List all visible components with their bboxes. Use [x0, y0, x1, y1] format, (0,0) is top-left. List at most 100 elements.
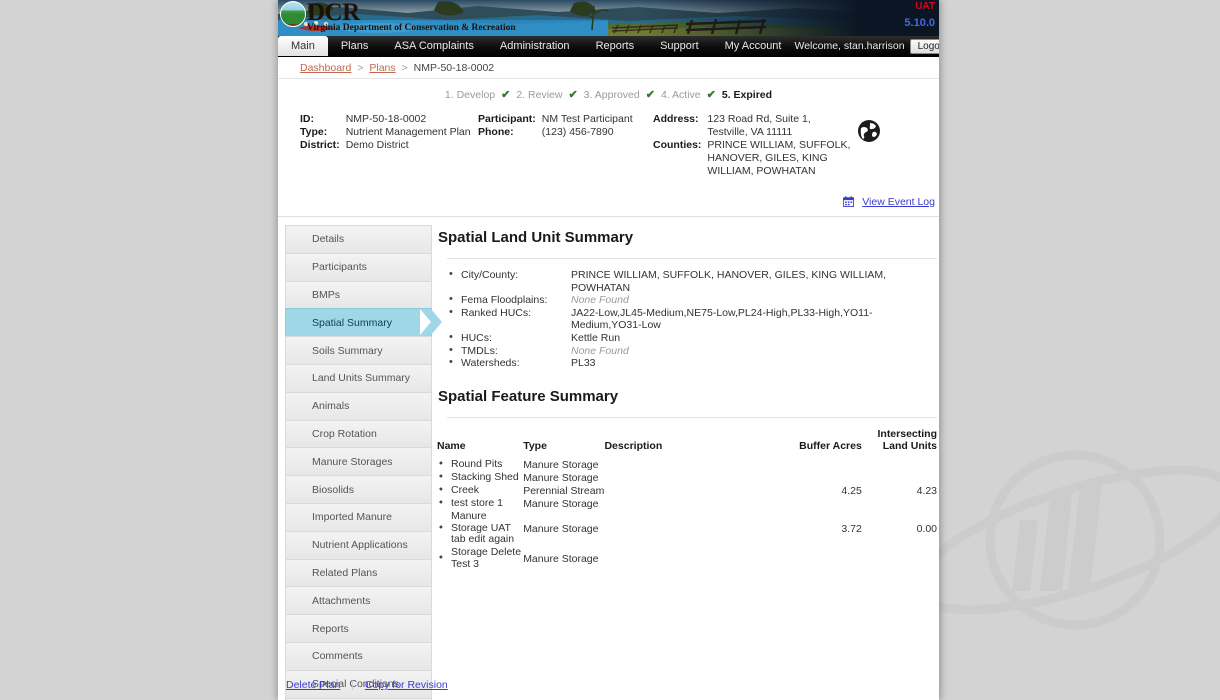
summary-label: City/County: — [461, 269, 519, 281]
globe-map-icon[interactable] — [857, 119, 881, 143]
dcr-logo-emblem-icon — [280, 1, 306, 27]
delete-plan-link[interactable]: Delete Plan — [286, 679, 340, 691]
nav-tab-plans[interactable]: Plans — [328, 36, 382, 56]
cell-description — [604, 498, 772, 511]
logout-button[interactable]: Logout — [909, 38, 939, 54]
plan-info-column-participant: Participant: Phone: NM Test Participant … — [478, 113, 653, 178]
view-event-log-link[interactable]: View Event Log — [862, 196, 935, 208]
workflow-step-approved: 3. Approved — [583, 88, 640, 101]
phone-label: Phone: — [478, 126, 514, 138]
counties-label: Counties: — [653, 139, 702, 151]
sidebar-item-soils-summary[interactable]: Soils Summary — [285, 336, 432, 364]
table-row: Round Pits Manure Storage — [437, 459, 937, 472]
cell-buffer-acres — [772, 459, 861, 472]
sidebar-item-spatial-summary[interactable]: Spatial Summary — [285, 308, 442, 337]
cell-type: Manure Storage — [523, 522, 599, 535]
cell-description — [604, 547, 772, 571]
check-icon: ✔ — [645, 89, 655, 101]
cell-description — [604, 459, 772, 472]
plan-id-label: ID: — [300, 113, 314, 125]
sidebar-item-reports[interactable]: Reports — [285, 614, 432, 642]
list-item: Watersheds: PL33 — [449, 356, 937, 370]
plan-info-column-identity: ID: Type: District: NMP-50-18-0002 Nutri… — [278, 113, 478, 178]
column-header-line-2: Land Units — [882, 439, 937, 452]
workflow-step-develop: 1. Develop — [444, 88, 496, 101]
footer-divider: | — [351, 679, 354, 691]
sidebar-item-bmps[interactable]: BMPs — [285, 280, 432, 309]
nav-tab-asa-complaints[interactable]: ASA Complaints — [381, 36, 486, 56]
version-label: 5.10.0 — [904, 17, 935, 29]
cell-intersecting-land-units — [862, 459, 937, 472]
sidebar-item-crop-rotation[interactable]: Crop Rotation — [285, 419, 432, 448]
column-header-buffer-acres: Buffer Acres — [799, 439, 862, 452]
sidebar-item-nutrient-applications[interactable]: Nutrient Applications — [285, 530, 432, 559]
table-row: test store 1 Manure Storage — [437, 498, 937, 511]
breadcrumb-link-plans[interactable]: Plans — [369, 62, 395, 74]
cell-intersecting-land-units — [862, 498, 937, 511]
summary-value: JA22-Low,JL45-Medium,NE75-Low,PL24-High,… — [571, 306, 873, 332]
sidebar-item-comments[interactable]: Comments — [285, 641, 432, 670]
content-area: Details Participants BMPs Spatial Summar… — [278, 217, 939, 700]
column-header-description: Description — [604, 439, 663, 452]
logo-subtitle: Virginia Department of Conservation & Re… — [307, 23, 516, 33]
main-panel: Spatial Land Unit Summary City/County: P… — [432, 225, 939, 700]
logo-title: DCR — [307, 0, 360, 26]
counties-line-3: WILLIAM, POWHATAN — [707, 165, 816, 177]
breadcrumb-current-plan: NMP-50-18-0002 — [413, 62, 495, 74]
address-line-2: Testville, VA 11111 — [707, 126, 793, 138]
cell-type: Manure Storage — [523, 552, 599, 565]
summary-label: Ranked HUCs: — [461, 306, 532, 319]
copy-for-revision-link[interactable]: Copy for Revision — [365, 679, 448, 691]
nav-tab-administration[interactable]: Administration — [487, 36, 583, 56]
sidebar-item-participants[interactable]: Participants — [285, 252, 432, 281]
column-header-line-1: Intersecting — [877, 427, 937, 440]
cell-buffer-acres — [772, 498, 861, 511]
spatial-feature-table: Name Type Description Buffer Acres Inter… — [437, 428, 937, 571]
sidebar-item-related-plans[interactable]: Related Plans — [285, 558, 432, 587]
desktop-watermark-logo — [912, 450, 1220, 630]
sidebar-item-biosolids[interactable]: Biosolids — [285, 475, 432, 503]
plan-section-sidebar: Details Participants BMPs Spatial Summar… — [285, 225, 442, 700]
summary-value: None Found — [571, 294, 629, 307]
cell-intersecting-land-units: 0.00 — [916, 522, 937, 535]
sidebar-item-manure-storages[interactable]: Manure Storages — [285, 447, 432, 476]
table-row: Storage Delete Test 3 Manure Storage — [437, 546, 937, 571]
dcr-logo: DCR Virginia Department of Conservation … — [280, 0, 516, 36]
cell-name: Round Pits — [437, 459, 523, 472]
table-row: Creek Perennial Stream 4.25 4.23 — [437, 485, 937, 498]
plan-id-value: NMP-50-18-0002 — [345, 113, 427, 125]
welcome-text: Welcome, stan.harrison — [794, 40, 905, 52]
plan-district-label: District: — [300, 139, 340, 151]
cell-description — [604, 472, 772, 485]
cell-type: Manure Storage — [523, 472, 599, 485]
workflow-step-active: 4. Active — [660, 88, 701, 101]
footer-action-links: Delete Plan | Copy for Revision — [278, 679, 939, 691]
summary-value: Kettle Run — [571, 331, 621, 344]
cell-name: Storage Delete Test 3 — [437, 546, 523, 571]
sidebar-item-attachments[interactable]: Attachments — [285, 586, 432, 615]
nav-tab-main[interactable]: Main — [278, 36, 328, 56]
cell-description — [604, 485, 772, 498]
event-log-row: View Event Log — [278, 188, 939, 217]
workflow-step-expired: 5. Expired — [721, 88, 773, 101]
cell-name: test store 1 — [437, 498, 523, 511]
check-icon: ✔ — [568, 89, 578, 101]
cell-buffer-acres — [772, 472, 861, 485]
sidebar-item-details[interactable]: Details — [285, 225, 432, 253]
cell-name: Stacking Shed — [437, 472, 523, 485]
plan-info-column-location: Address: Counties: 123 Road Rd, Suite 1,… — [653, 113, 850, 178]
calendar-icon[interactable] — [842, 196, 854, 207]
nav-tab-reports[interactable]: Reports — [583, 36, 648, 56]
cell-name: Manure Storage UAT tab edit again — [437, 510, 523, 547]
summary-label: Fema Floodplains: — [461, 294, 548, 307]
summary-value: PRINCE WILLIAM, SUFFOLK, HANOVER, GILES,… — [571, 269, 887, 294]
sidebar-item-animals[interactable]: Animals — [285, 391, 432, 420]
sidebar-item-land-units-summary[interactable]: Land Units Summary — [285, 363, 432, 392]
sidebar-item-imported-manure[interactable]: Imported Manure — [285, 502, 432, 531]
participant-value: NM Test Participant — [541, 113, 633, 125]
nav-tab-my-account[interactable]: My Account — [712, 36, 795, 56]
breadcrumb-link-dashboard[interactable]: Dashboard — [300, 62, 351, 74]
nav-tab-support[interactable]: Support — [647, 36, 712, 56]
breadcrumb-separator: > — [357, 62, 364, 74]
plan-workflow-status: 1. Develop ✔ 2. Review ✔ 3. Approved ✔ 4… — [278, 79, 939, 109]
